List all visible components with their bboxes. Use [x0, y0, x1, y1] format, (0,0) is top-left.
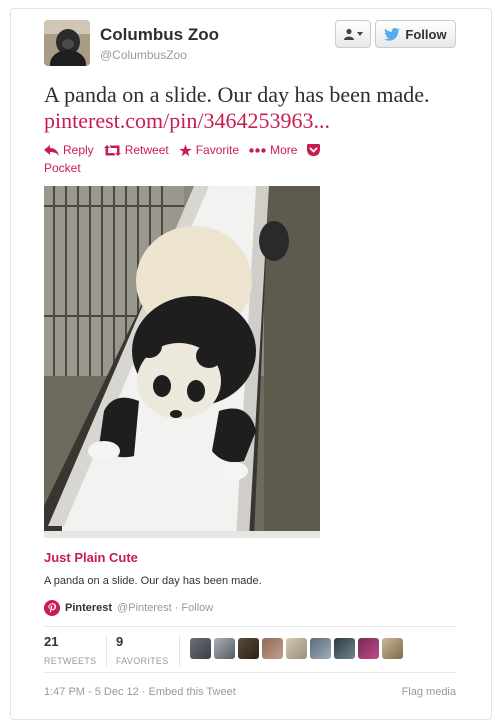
- user-actions-dropdown[interactable]: [335, 20, 371, 48]
- retweets-stat[interactable]: 21 RETWEETS: [44, 634, 96, 666]
- tweet-text: A panda on a slide. Our day has been mad…: [44, 82, 430, 107]
- avatar[interactable]: [310, 638, 331, 659]
- avatar[interactable]: [190, 638, 211, 659]
- favorites-stat[interactable]: 9 FAVORITES: [116, 634, 169, 666]
- divider: [44, 626, 456, 627]
- user-avatar[interactable]: [44, 20, 90, 66]
- user-handle[interactable]: @ColumbusZoo: [100, 48, 187, 62]
- retweet-action[interactable]: Retweet: [103, 143, 169, 157]
- more-label: More: [270, 143, 298, 157]
- card-description: A panda on a slide. Our day has been mad…: [44, 575, 262, 587]
- more-action[interactable]: More: [249, 143, 297, 157]
- stat-divider: [106, 636, 107, 666]
- favoriter-avatars: [190, 638, 403, 659]
- avatar[interactable]: [238, 638, 259, 659]
- flag-media-link[interactable]: Flag media: [402, 686, 456, 698]
- twitter-bird-icon: [384, 27, 401, 41]
- follow-button-label: Follow: [405, 26, 447, 42]
- tweet-actions: Reply Retweet Favorite More: [44, 143, 321, 157]
- avatar[interactable]: [382, 638, 403, 659]
- pocket-action[interactable]: Pocket: [44, 161, 81, 175]
- person-icon: [344, 28, 354, 40]
- card-source: Pinterest @Pinterest · Follow: [44, 600, 213, 616]
- reply-label: Reply: [63, 143, 94, 157]
- avatar[interactable]: [262, 638, 283, 659]
- avatar[interactable]: [334, 638, 355, 659]
- reply-action[interactable]: Reply: [44, 143, 94, 157]
- card-source-name[interactable]: Pinterest: [65, 602, 112, 614]
- reply-arrow-icon: [44, 144, 59, 156]
- favorites-count: 9: [116, 634, 124, 649]
- retweet-icon: [103, 144, 121, 156]
- chevron-down-icon: [357, 32, 363, 36]
- tweet-photo[interactable]: [44, 186, 320, 538]
- user-fullname[interactable]: Columbus Zoo: [100, 25, 219, 45]
- retweets-count: 21: [44, 634, 59, 649]
- stat-divider: [179, 636, 180, 666]
- avatar[interactable]: [286, 638, 307, 659]
- favorites-label: FAVORITES: [116, 656, 169, 666]
- tweet-link[interactable]: pinterest.com/pin/3464253963...: [44, 108, 330, 134]
- divider: [44, 672, 456, 673]
- avatar[interactable]: [358, 638, 379, 659]
- retweet-label: Retweet: [124, 143, 169, 157]
- star-icon: [178, 144, 192, 156]
- follow-button[interactable]: Follow: [375, 20, 456, 48]
- card-title[interactable]: Just Plain Cute: [44, 550, 138, 565]
- more-dots-icon: [249, 147, 266, 153]
- retweets-label: RETWEETS: [44, 656, 97, 666]
- pinterest-logo-icon: [44, 600, 60, 616]
- pocket-icon[interactable]: [307, 144, 321, 156]
- favorite-label: Favorite: [195, 143, 240, 157]
- favorite-action[interactable]: Favorite: [178, 143, 240, 157]
- avatar[interactable]: [214, 638, 235, 659]
- card-source-meta[interactable]: @Pinterest · Follow: [117, 602, 213, 614]
- tweet-footer-meta[interactable]: 1:47 PM - 5 Dec 12 · Embed this Tweet: [44, 686, 236, 698]
